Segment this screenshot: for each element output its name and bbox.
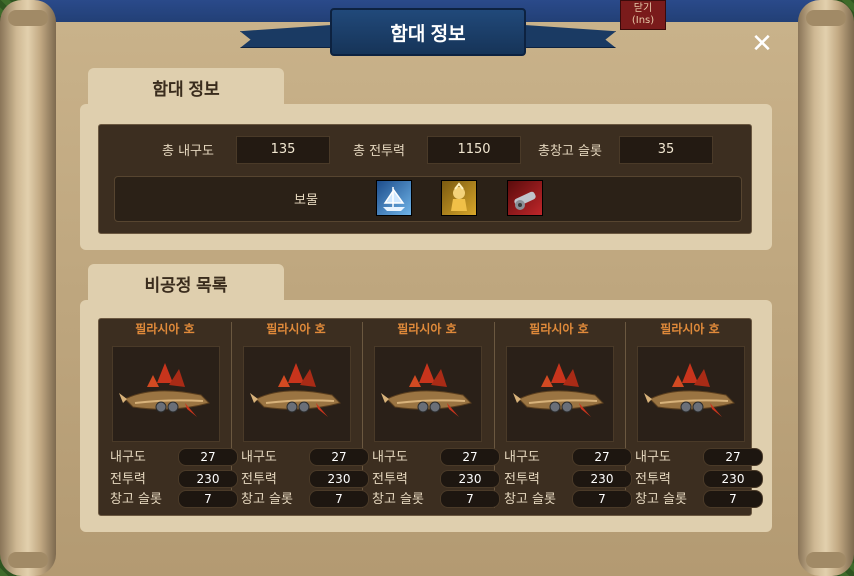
fleet-info-tab: 함대 정보 [88,68,284,106]
combat-value: 230 [572,470,632,488]
airship-image[interactable] [112,346,220,442]
durability-label: 내구도 [635,450,671,465]
total-combat-value: 1150 [427,136,521,164]
airship-card[interactable]: 필라시아 호 내구도 27 전투력 230 창고 슬롯 7 [233,320,369,510]
airship-name: 필라시아 호 [266,322,326,336]
shortcut-key: (Ins) [631,15,655,26]
shortcut-label: 닫기 [633,3,653,14]
combat-label: 전투력 [110,472,146,487]
airship-name: 필라시아 호 [397,322,457,336]
cargo-label: 창고 슬롯 [110,492,162,507]
durability-value: 27 [703,448,763,466]
cargo-value: 7 [309,490,369,508]
durability-value: 27 [309,448,369,466]
airship-card[interactable]: 필라시아 호 내구도 27 전투력 230 창고 슬롯 7 [102,320,238,510]
airship-icon [513,363,604,417]
total-durability-label: 총 내구도 [162,144,214,159]
airship-card[interactable]: 필라시아 호 내구도 27 전투력 230 창고 슬롯 7 [364,320,500,510]
total-combat-label: 총 전투력 [353,144,405,159]
combat-label: 전투력 [504,472,540,487]
cargo-label: 창고 슬롯 [372,492,424,507]
airship-image[interactable] [506,346,614,442]
combat-value: 230 [178,470,238,488]
airship-name: 필라시아 호 [660,322,720,336]
combat-label: 전투력 [372,472,408,487]
combat-value: 230 [309,470,369,488]
combat-label: 전투력 [241,472,277,487]
durability-label: 내구도 [110,450,146,465]
treasure-label: 보물 [294,193,318,208]
scroll-roll-left [0,0,56,576]
durability-value: 27 [440,448,500,466]
durability-value: 27 [572,448,632,466]
airship-icon [644,363,735,417]
cargo-value: 7 [440,490,500,508]
cannon-treasure-icon[interactable] [507,180,543,216]
airship-card[interactable]: 필라시아 호 내구도 27 전투력 230 창고 슬롯 7 [496,320,632,510]
cargo-label: 창고 슬롯 [241,492,293,507]
total-cargo-label: 총창고 슬롯 [538,144,602,159]
total-durability-value: 135 [236,136,330,164]
airship-icon [250,363,341,417]
close-shortcut-hint[interactable]: 닫기 (Ins) [620,0,666,30]
close-icon[interactable]: ✕ [748,30,776,58]
ice-ship-treasure-icon[interactable] [376,180,412,216]
durability-label: 내구도 [241,450,277,465]
durability-value: 27 [178,448,238,466]
durability-label: 내구도 [504,450,540,465]
window-title: 함대 정보 [330,8,526,56]
airship-icon [381,363,472,417]
scroll-roll-right [798,0,854,576]
airship-name: 필라시아 호 [529,322,589,336]
airship-image[interactable] [637,346,745,442]
combat-value: 230 [440,470,500,488]
cargo-label: 창고 슬롯 [635,492,687,507]
airship-image[interactable] [374,346,482,442]
cargo-value: 7 [572,490,632,508]
airship-icon [119,363,210,417]
cargo-value: 7 [703,490,763,508]
airship-name: 필라시아 호 [135,322,195,336]
airship-list-tab: 비공정 목록 [88,264,284,302]
durability-label: 내구도 [372,450,408,465]
airship-card[interactable]: 필라시아 호 내구도 27 전투력 230 창고 슬롯 7 [627,320,763,510]
combat-value: 230 [703,470,763,488]
total-cargo-value: 35 [619,136,713,164]
cargo-value: 7 [178,490,238,508]
combat-label: 전투력 [635,472,671,487]
airship-image[interactable] [243,346,351,442]
cargo-label: 창고 슬롯 [504,492,556,507]
treasure-bar [114,176,742,222]
golden-knight-treasure-icon[interactable] [441,180,477,216]
